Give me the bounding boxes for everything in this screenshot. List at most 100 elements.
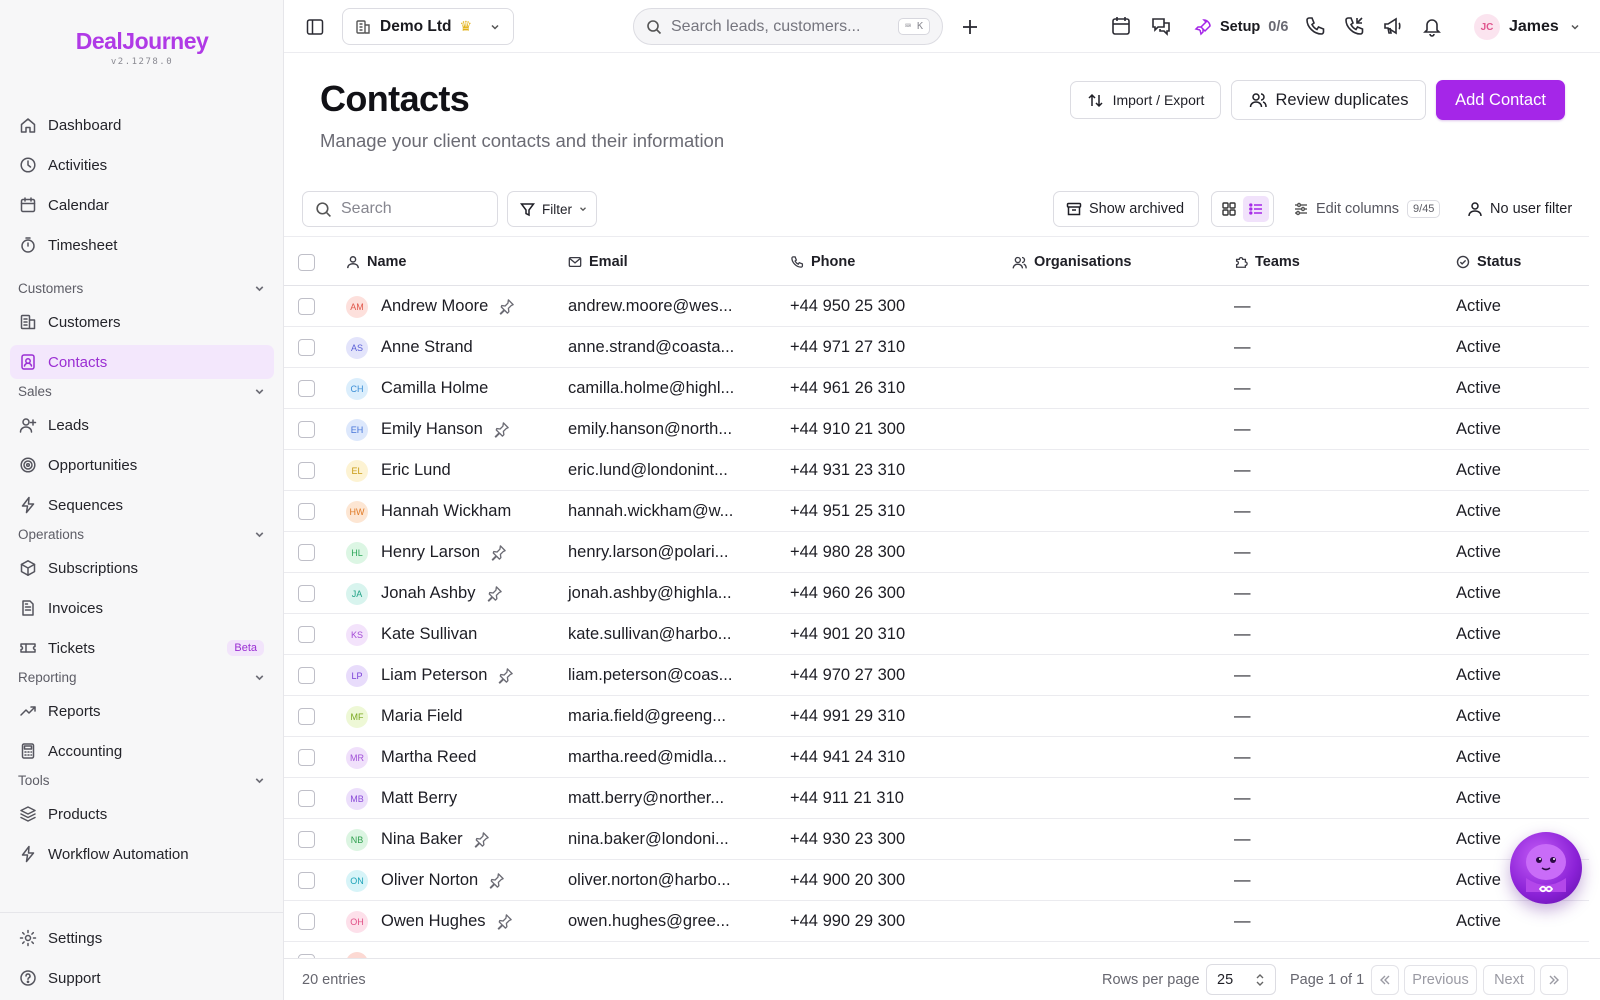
row-checkbox[interactable] — [298, 819, 315, 860]
plus-icon[interactable] — [955, 12, 985, 42]
sidebar-group-sales[interactable]: Sales — [18, 379, 266, 403]
table-row[interactable]: EL Eric Lund eric.lund@londonint... +44 931… — [284, 450, 1589, 491]
contact-email[interactable]: kate.sullivan@harbo... — [568, 614, 732, 655]
table-row[interactable]: MR Martha Reed martha.reed@midla... +44 941… — [284, 737, 1589, 778]
contact-phone[interactable]: +44 951 25 310 — [790, 491, 905, 532]
table-row[interactable]: HL Henry Larson henry.larson@polari... +44 … — [284, 532, 1589, 573]
contact-name-cell[interactable]: MR Martha Reed — [346, 737, 476, 778]
contact-email[interactable]: camilla.holme@highl... — [568, 368, 734, 409]
row-checkbox[interactable] — [298, 655, 315, 696]
sidebar-toggle-icon[interactable] — [300, 12, 330, 42]
contact-phone[interactable]: +44 910 21 300 — [790, 409, 905, 450]
contact-email[interactable]: maria.field@greeng... — [568, 696, 726, 737]
contact-name-cell[interactable]: ON Oliver Norton — [346, 860, 505, 901]
sidebar-item-dashboard[interactable]: Dashboard — [10, 108, 274, 142]
table-row[interactable]: MB Matt Berry matt.berry@norther... +44 911… — [284, 778, 1589, 819]
first-page-button[interactable] — [1371, 965, 1399, 995]
contact-phone[interactable]: +44 960 26 300 — [790, 573, 905, 614]
sidebar-item-leads[interactable]: Leads — [10, 408, 274, 442]
contact-name-cell[interactable]: NB Nina Baker — [346, 819, 490, 860]
sidebar-item-support[interactable]: Support — [10, 961, 274, 995]
sidebar-item-opportunities[interactable]: Opportunities — [10, 448, 274, 482]
table-row[interactable]: AM Andrew Moore andrew.moore@wes... +44 950… — [284, 286, 1589, 327]
column-phone[interactable]: Phone — [790, 237, 855, 287]
table-row[interactable]: OH Owen Hughes owen.hughes@gree... +44 990 … — [284, 901, 1589, 942]
table-row[interactable]: LP Liam Peterson liam.peterson@coas... +44 … — [284, 655, 1589, 696]
table-row[interactable]: NB Nina Baker nina.baker@londoni... +44 930… — [284, 819, 1589, 860]
row-checkbox[interactable] — [298, 737, 315, 778]
app-logo[interactable]: DealJourney v2.1278.0 — [0, 28, 284, 67]
sidebar-group-reporting[interactable]: Reporting — [18, 665, 266, 689]
pin-icon[interactable] — [488, 872, 505, 889]
row-checkbox[interactable] — [298, 942, 315, 958]
row-checkbox[interactable] — [298, 614, 315, 655]
contact-name-cell[interactable]: LP Liam Peterson — [346, 655, 514, 696]
column-teams[interactable]: Teams — [1234, 237, 1300, 287]
row-checkbox[interactable] — [298, 409, 315, 450]
edit-columns-button[interactable]: Edit columns 9/45 — [1289, 191, 1444, 227]
calendar-icon[interactable] — [1106, 11, 1136, 41]
contact-name-cell[interactable]: MF Maria Field — [346, 696, 463, 737]
sidebar-item-tickets[interactable]: Tickets Beta — [10, 631, 274, 665]
contact-name-cell[interactable]: HL Henry Larson — [346, 532, 507, 573]
contact-phone[interactable]: +44 901 20 310 — [790, 614, 905, 655]
sidebar-item-invoices[interactable]: Invoices — [10, 591, 274, 625]
contact-name-cell[interactable]: EL Eric Lund — [346, 450, 451, 491]
pin-icon[interactable] — [490, 544, 507, 561]
contact-phone[interactable]: +44 930 23 300 — [790, 819, 905, 860]
contact-name-cell[interactable]: JA Jonah Ashby — [346, 573, 503, 614]
contact-phone[interactable]: +44 971 27 310 — [790, 327, 905, 368]
contact-phone[interactable]: +44 900 20 300 — [790, 860, 905, 901]
review-duplicates-button[interactable]: Review duplicates — [1231, 80, 1426, 120]
row-checkbox[interactable] — [298, 450, 315, 491]
previous-page-button[interactable]: Previous — [1404, 965, 1477, 995]
select-all-checkbox[interactable] — [298, 237, 315, 287]
row-checkbox[interactable] — [298, 696, 315, 737]
sidebar-item-products[interactable]: Products — [10, 797, 274, 831]
contact-email[interactable]: oliver.norton@harbo... — [568, 860, 731, 901]
setup-button[interactable]: Setup 0/6 — [1194, 12, 1288, 42]
contact-phone[interactable]: +44 941 24 310 — [790, 737, 905, 778]
bell-icon[interactable] — [1417, 11, 1447, 41]
global-search[interactable]: Search leads, customers... ⌨ K — [633, 8, 943, 45]
table-row[interactable]: HW Hannah Wickham hannah.wickham@w... +44 9… — [284, 491, 1589, 532]
sidebar-item-settings[interactable]: Settings — [10, 921, 274, 955]
pin-icon[interactable] — [496, 913, 513, 930]
pin-icon[interactable] — [473, 831, 490, 848]
contact-phone[interactable]: +44 931 23 310 — [790, 450, 905, 491]
sidebar-item-subscriptions[interactable]: Subscriptions — [10, 551, 274, 585]
list-view-icon[interactable] — [1243, 196, 1270, 222]
sidebar-item-workflow-automation[interactable]: Workflow Automation — [10, 837, 274, 871]
contact-name-cell[interactable]: OH Owen Hughes — [346, 901, 513, 942]
column-name[interactable]: Name — [346, 237, 407, 287]
pin-icon[interactable] — [486, 585, 503, 602]
table-row[interactable]: KS Kate Sullivan kate.sullivan@harbo... +44… — [284, 614, 1589, 655]
sidebar-item-sequences[interactable]: Sequences — [10, 488, 274, 522]
row-checkbox[interactable] — [298, 327, 315, 368]
add-contact-button[interactable]: Add Contact — [1436, 80, 1565, 120]
sidebar-item-reports[interactable]: Reports — [10, 694, 274, 728]
contact-name-cell[interactable]: KS Kate Sullivan — [346, 614, 477, 655]
sidebar-item-calendar[interactable]: Calendar — [10, 188, 274, 222]
user-menu[interactable]: JC James — [1474, 11, 1581, 43]
contact-name-cell[interactable]: AM Andrew Moore — [346, 286, 515, 327]
column-status[interactable]: Status — [1456, 237, 1521, 287]
contact-phone[interactable]: +44 961 26 310 — [790, 368, 905, 409]
contact-name-cell[interactable]: AS Anne Strand — [346, 327, 473, 368]
sidebar-item-activities[interactable]: Activities — [10, 148, 274, 182]
row-checkbox[interactable] — [298, 860, 315, 901]
rows-per-page-select[interactable]: 25 — [1206, 964, 1276, 995]
row-checkbox[interactable] — [298, 286, 315, 327]
contact-email[interactable]: liam.peterson@coas... — [568, 655, 732, 696]
row-checkbox[interactable] — [298, 901, 315, 942]
table-row[interactable]: ON Oliver Norton oliver.norton@harbo... +44… — [284, 860, 1589, 901]
contact-phone[interactable]: +44 991 29 310 — [790, 696, 905, 737]
contact-name-cell[interactable]: EH Emily Hanson — [346, 409, 510, 450]
contact-name-cell[interactable] — [346, 942, 381, 958]
contact-email[interactable]: anne.strand@coasta... — [568, 327, 734, 368]
contact-phone[interactable]: +44 911 21 310 — [790, 778, 904, 819]
table-row[interactable]: JA Jonah Ashby jonah.ashby@highla... +44 96… — [284, 573, 1589, 614]
assistant-bot-button[interactable] — [1510, 832, 1582, 904]
pin-icon[interactable] — [498, 298, 515, 315]
phone-incoming-icon[interactable] — [1339, 11, 1369, 41]
